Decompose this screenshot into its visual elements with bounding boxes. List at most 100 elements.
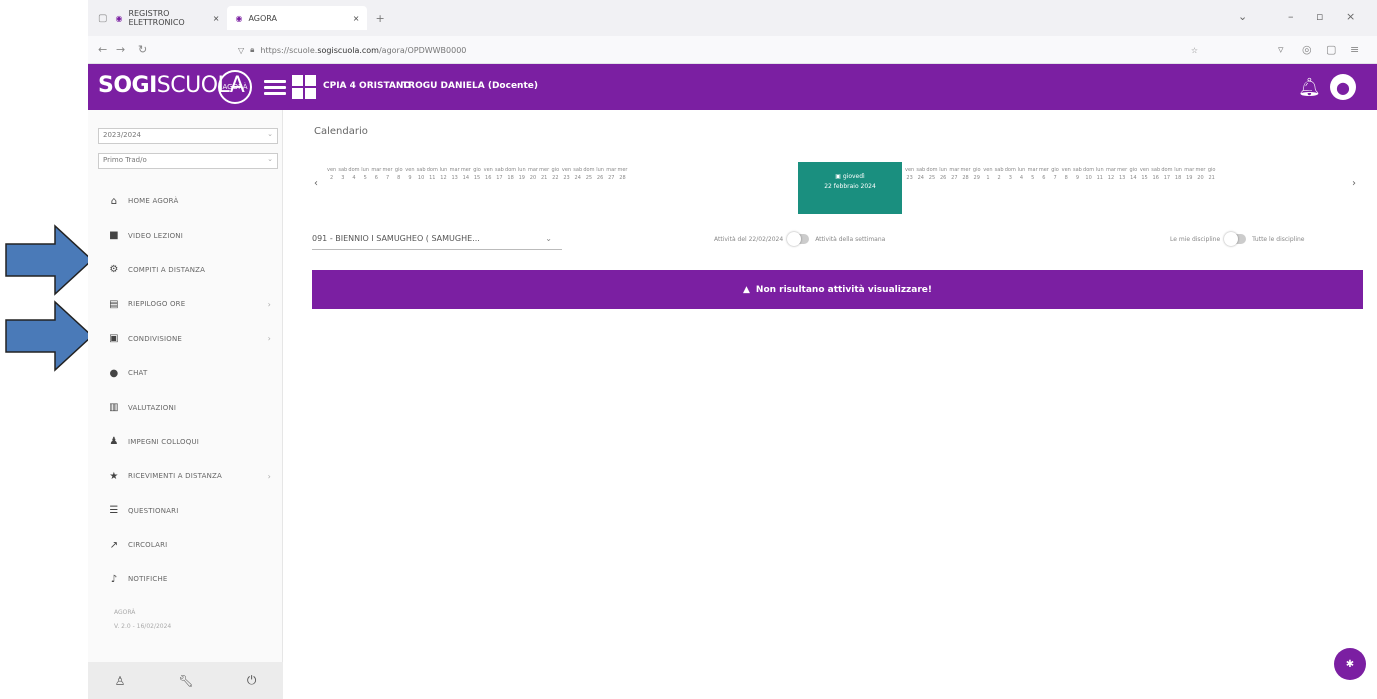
calendar-day[interactable]: sab 9 bbox=[1072, 166, 1083, 182]
calendar-day[interactable]: gio 15 bbox=[471, 166, 482, 182]
calendar-day[interactable]: mar 27 bbox=[606, 166, 617, 182]
calendar-day[interactable]: sab 2 bbox=[994, 166, 1005, 182]
calendar-day[interactable]: mar 27 bbox=[949, 166, 960, 182]
sidebar-item-riepilogo-ore[interactable]: ▤ RIEPILOGO ORE › bbox=[88, 287, 283, 321]
class-select[interactable]: 091 - BIENNIO I SAMUGHEO ( SAMUGHE... ⌄ bbox=[312, 230, 562, 250]
sidebar-item-ricevimenti-a-distanza[interactable]: ★ RICEVIMENTI A DISTANZA › bbox=[88, 459, 283, 493]
sidebar-item-condivisione[interactable]: ▣ CONDIVISIONE › bbox=[88, 322, 283, 356]
calendar-day[interactable]: mar 5 bbox=[1027, 166, 1038, 182]
calendar-day[interactable]: sab 3 bbox=[337, 166, 348, 182]
calendar-day[interactable]: ven 9 bbox=[404, 166, 415, 182]
calendar-day[interactable]: lun 26 bbox=[938, 166, 949, 182]
calendar-day[interactable]: gio 21 bbox=[1206, 166, 1217, 182]
calendar-day[interactable]: ven 8 bbox=[1061, 166, 1072, 182]
calendar-day[interactable]: mer 28 bbox=[617, 166, 628, 182]
calendar-day[interactable]: dom 17 bbox=[1161, 166, 1172, 182]
tab-agora[interactable]: ◉ AGORA × bbox=[227, 6, 368, 30]
calendar-day[interactable]: ven 23 bbox=[561, 166, 572, 182]
calendar-day[interactable]: lun 5 bbox=[360, 166, 371, 182]
activity-range-toggle[interactable] bbox=[787, 232, 810, 246]
calendar-day[interactable]: sab 10 bbox=[416, 166, 427, 182]
settings-fab[interactable]: ✱ bbox=[1334, 648, 1366, 680]
calendar-day[interactable]: mer 7 bbox=[382, 166, 393, 182]
account-icon[interactable]: ◎ bbox=[1302, 43, 1312, 56]
year-select[interactable]: 2023/2024 ⌄ bbox=[98, 128, 278, 144]
calendar-day[interactable]: dom 25 bbox=[583, 166, 594, 182]
calendar-day[interactable]: dom 18 bbox=[505, 166, 516, 182]
calendar-day[interactable]: mer 13 bbox=[1117, 166, 1128, 182]
calendar-day[interactable]: gio 22 bbox=[550, 166, 561, 182]
forward-icon[interactable]: → bbox=[116, 43, 125, 56]
url-field[interactable]: ▽ 🔒︎ https://scuole.sogiscuola.com/agora… bbox=[238, 41, 1198, 59]
bookmark-star-icon[interactable]: ☆ bbox=[1191, 46, 1198, 55]
calendar-day[interactable]: dom 4 bbox=[348, 166, 359, 182]
user-avatar-icon[interactable]: ● bbox=[1330, 74, 1356, 100]
calendar-day[interactable]: ven 2 bbox=[326, 166, 337, 182]
tab-list-icon[interactable]: ▢ bbox=[98, 13, 107, 24]
calendar-day[interactable]: lun 18 bbox=[1173, 166, 1184, 182]
sidebar-item-impegni-colloqui[interactable]: ♟ IMPEGNI COLLOQUI bbox=[88, 425, 283, 459]
calendar-day[interactable]: dom 3 bbox=[1005, 166, 1016, 182]
calendar-day[interactable]: sab 17 bbox=[494, 166, 505, 182]
chevron-down-icon[interactable]: ⌄ bbox=[1238, 10, 1247, 23]
wrench-icon[interactable]: 🔧︎ bbox=[179, 674, 194, 688]
calendar-day[interactable]: dom 10 bbox=[1083, 166, 1094, 182]
calendar-day[interactable]: mar 13 bbox=[449, 166, 460, 182]
sidebar-item-questionari[interactable]: ☰ QUESTIONARI bbox=[88, 494, 283, 528]
calendar-today[interactable]: ▣ giovedì 22 febbraio 2024 bbox=[798, 162, 902, 214]
calendar-day[interactable]: lun 12 bbox=[438, 166, 449, 182]
calendar-day[interactable]: mar 20 bbox=[527, 166, 538, 182]
calendar-day[interactable]: ven 1 bbox=[982, 166, 993, 182]
calendar-day[interactable]: mer 14 bbox=[460, 166, 471, 182]
calendar-day[interactable]: dom 11 bbox=[427, 166, 438, 182]
sidebar-item-video-lezioni[interactable]: ■ VIDEO LEZIONI bbox=[88, 218, 283, 252]
tab-registro[interactable]: ◉ REGISTRO ELETTRONICO × bbox=[107, 6, 227, 30]
power-icon[interactable]: ⏻ bbox=[247, 673, 257, 688]
sidebar-item-chat[interactable]: ● CHAT bbox=[88, 356, 283, 390]
calendar-day[interactable]: gio 7 bbox=[1049, 166, 1060, 182]
sidebar-item-compiti-a-distanza[interactable]: ⚙ COMPITI A DISTANZA bbox=[88, 253, 283, 287]
maximize-icon[interactable]: ▫ bbox=[1316, 10, 1323, 23]
sidebar-item-notifiche[interactable]: ♪ NOTIFICHE bbox=[88, 562, 283, 596]
calendar-day[interactable]: sab 16 bbox=[1150, 166, 1161, 182]
hamburger-menu-icon[interactable] bbox=[264, 77, 286, 97]
close-icon[interactable]: × bbox=[353, 14, 360, 23]
calendar-day[interactable]: mer 6 bbox=[1038, 166, 1049, 182]
pocket-icon[interactable]: ▿ bbox=[1278, 43, 1284, 56]
calendar-day[interactable]: ven 16 bbox=[483, 166, 494, 182]
extensions-icon[interactable]: ▢ bbox=[1326, 43, 1336, 56]
calendar-day[interactable]: lun 26 bbox=[595, 166, 606, 182]
sidebar-item-home-agor[interactable]: ⌂ HOME AGORÀ bbox=[88, 184, 283, 218]
chevron-right-icon[interactable]: › bbox=[1352, 178, 1356, 189]
minimize-icon[interactable]: – bbox=[1288, 10, 1294, 23]
calendar-day[interactable]: lun 4 bbox=[1016, 166, 1027, 182]
calendar-day[interactable]: mer 20 bbox=[1195, 166, 1206, 182]
calendar-day[interactable]: mar 19 bbox=[1184, 166, 1195, 182]
calendar-day[interactable]: mar 6 bbox=[371, 166, 382, 182]
calendar-day[interactable]: lun 11 bbox=[1094, 166, 1105, 182]
back-icon[interactable]: ← bbox=[98, 43, 107, 56]
chevron-left-icon[interactable]: ‹ bbox=[314, 178, 318, 189]
calendar-day[interactable]: sab 24 bbox=[915, 166, 926, 182]
calendar-day[interactable]: mar 12 bbox=[1105, 166, 1116, 182]
sidebar-item-circolari[interactable]: ↗ CIRCOLARI bbox=[88, 528, 283, 562]
calendar-day[interactable]: lun 19 bbox=[516, 166, 527, 182]
calendar-day[interactable]: ven 23 bbox=[904, 166, 915, 182]
calendar-day[interactable]: sab 24 bbox=[572, 166, 583, 182]
notification-bell-icon[interactable]: 🔔︎ bbox=[1298, 77, 1321, 98]
user-profile-icon[interactable]: ♙ bbox=[115, 674, 126, 688]
calendar-day[interactable]: mer 28 bbox=[960, 166, 971, 182]
new-tab-icon[interactable]: + bbox=[375, 12, 384, 25]
calendar-day[interactable]: dom 25 bbox=[926, 166, 937, 182]
sidebar-item-valutazioni[interactable]: ▥ VALUTAZIONI bbox=[88, 390, 283, 424]
close-window-icon[interactable]: × bbox=[1346, 10, 1355, 23]
calendar-day[interactable]: ven 15 bbox=[1139, 166, 1150, 182]
calendar-day[interactable]: gio 29 bbox=[971, 166, 982, 182]
calendar-day[interactable]: mer 21 bbox=[539, 166, 550, 182]
discipline-toggle[interactable] bbox=[1224, 232, 1247, 246]
menu-icon[interactable]: ≡ bbox=[1350, 43, 1359, 56]
calendar-day[interactable]: gio 14 bbox=[1128, 166, 1139, 182]
period-select[interactable]: Primo Trad/o ⌄ bbox=[98, 153, 278, 169]
apps-grid-icon[interactable] bbox=[292, 75, 316, 99]
close-icon[interactable]: × bbox=[213, 14, 220, 23]
